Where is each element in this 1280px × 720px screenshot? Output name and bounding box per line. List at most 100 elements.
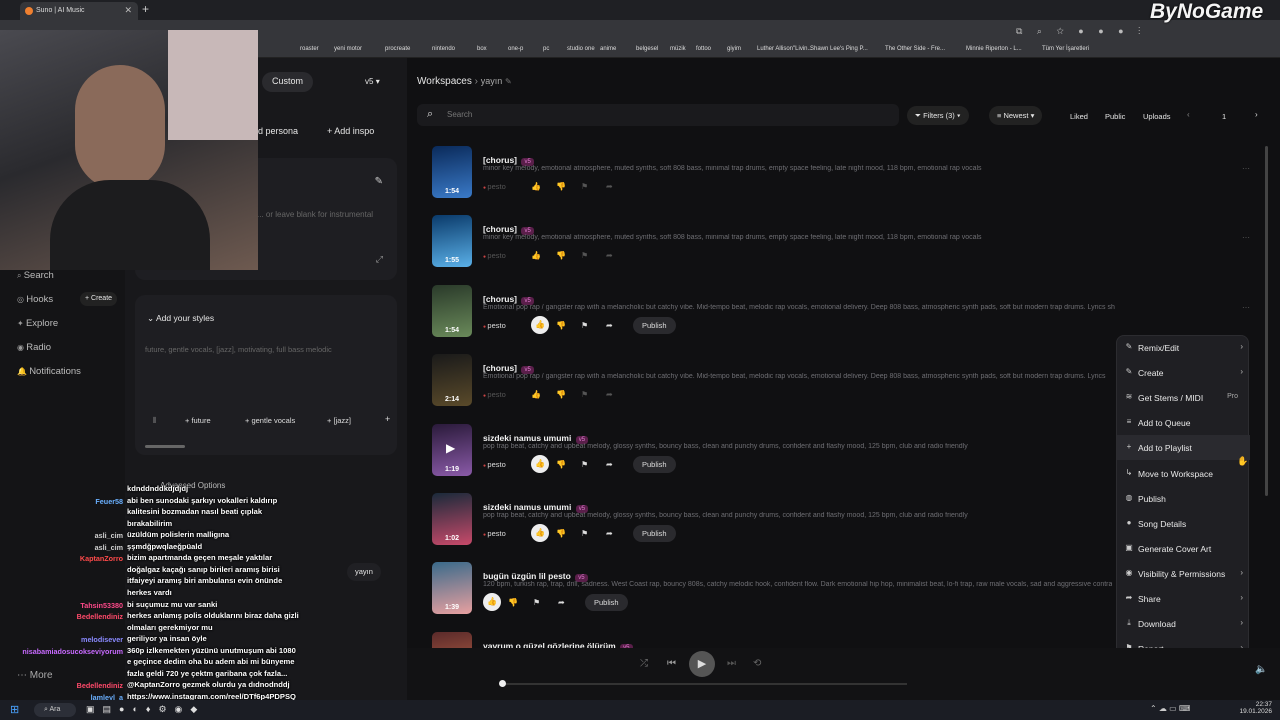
publish-button[interactable]: Publish bbox=[585, 594, 628, 612]
nav-item-notifications[interactable]: 🔔 Notifications bbox=[17, 366, 81, 377]
song-cover-art[interactable]: ▶ 1:19 bbox=[432, 423, 472, 476]
bookmark-item[interactable]: Shawn Lee's Ping P... bbox=[810, 46, 868, 52]
menu-item-move-to-workspace[interactable]: ↳ Move to Workspace bbox=[1117, 461, 1250, 486]
nav-item-hooks[interactable]: ◎ Hooks bbox=[17, 294, 53, 305]
pin-icon[interactable]: ⚑ bbox=[581, 529, 588, 538]
bookmark-item[interactable]: nintendo bbox=[432, 46, 455, 52]
song-cover-art[interactable]: 1:54 bbox=[432, 284, 472, 337]
style-tag-chip[interactable]: + future bbox=[185, 416, 211, 425]
progress-thumb[interactable] bbox=[499, 680, 506, 687]
more-options-icon[interactable]: ⋯ bbox=[1242, 303, 1250, 312]
close-tab-icon[interactable]: ✕ bbox=[124, 5, 132, 16]
next-icon[interactable]: ⏭ bbox=[727, 658, 736, 669]
uploads-filter[interactable]: Uploads bbox=[1143, 112, 1171, 121]
chat-username[interactable]: Feuer58 bbox=[95, 497, 123, 506]
dislike-icon[interactable]: 👎 bbox=[556, 529, 566, 538]
plus-icon[interactable]: + bbox=[385, 414, 390, 424]
chat-username[interactable]: melodisever bbox=[81, 635, 123, 644]
progress-track[interactable] bbox=[500, 683, 907, 685]
like-icon[interactable]: 👍 bbox=[531, 182, 541, 191]
magic-wand-icon[interactable]: ✎ bbox=[375, 176, 383, 187]
shuffle-icon[interactable]: ⤮ bbox=[640, 658, 648, 669]
sort-button[interactable]: ≡ Newest ▾ bbox=[989, 106, 1043, 125]
menu-item-song-details[interactable]: ● Song Details bbox=[1117, 511, 1250, 536]
bookmark-item[interactable]: The Other Side - Fre... bbox=[885, 46, 945, 52]
chat-username[interactable]: nisabamiadosucokseviyorum bbox=[22, 647, 123, 656]
tag-shuffle-icon[interactable]: ⫴ bbox=[153, 416, 156, 426]
volume-icon[interactable]: 🔈 bbox=[1255, 664, 1267, 675]
taskbar-search[interactable]: ⌕ Ara bbox=[34, 703, 76, 717]
expand-icon[interactable]: ⤢ bbox=[376, 254, 383, 265]
artist-chip[interactable]: ● pesto bbox=[483, 390, 506, 399]
menu-item-visibility-permissions[interactable]: ◉ Visibility & Permissions › bbox=[1117, 561, 1250, 586]
nav-item-radio[interactable]: ◉ Radio bbox=[17, 342, 51, 353]
dislike-icon[interactable]: 👎 bbox=[556, 251, 566, 260]
pin-icon[interactable]: ⚑ bbox=[581, 460, 588, 469]
share-icon[interactable]: ➦ bbox=[606, 182, 613, 191]
menu-item-share[interactable]: ➦ Share › bbox=[1117, 586, 1250, 611]
publish-button[interactable]: Publish bbox=[633, 316, 676, 334]
share-icon[interactable]: ➦ bbox=[606, 460, 613, 469]
edit-icon[interactable]: ✎ bbox=[505, 77, 512, 86]
artist-chip[interactable]: ● pesto bbox=[483, 460, 506, 469]
song-title[interactable]: sizdeki namus umumi bbox=[483, 433, 571, 443]
bookmark-item[interactable]: fottoo bbox=[696, 46, 711, 52]
breadcrumb-root[interactable]: Workspaces bbox=[417, 76, 472, 87]
persona-button[interactable]: ld persona bbox=[256, 126, 298, 136]
bookmark-item[interactable]: Minnie Riperton - L... bbox=[966, 46, 1022, 52]
menu-item-generate-cover-art[interactable]: ▣ Generate Cover Art bbox=[1117, 536, 1250, 561]
tags-scrollbar[interactable] bbox=[145, 445, 185, 448]
menu-item-publish[interactable]: ◍ Publish bbox=[1117, 486, 1250, 511]
like-icon[interactable]: 👍 bbox=[531, 315, 549, 334]
chat-username[interactable]: asli_cim bbox=[95, 531, 123, 540]
taskbar-app-icons[interactable]: ▣▤●◐♦⚙◉◆ bbox=[86, 704, 205, 715]
share-icon[interactable]: ➦ bbox=[606, 251, 613, 260]
artist-chip[interactable]: ● pesto bbox=[483, 321, 506, 330]
like-icon[interactable]: 👍 bbox=[531, 251, 541, 260]
song-row[interactable]: 1:54 [chorus] v5 minor key melody, emotion… bbox=[427, 146, 1250, 206]
play-icon[interactable]: ▶ bbox=[446, 441, 455, 455]
bookmark-item[interactable]: Tüm Yer İşaretleri bbox=[1042, 46, 1089, 52]
song-title[interactable]: [chorus] bbox=[483, 224, 517, 234]
browser-toolbar-icons[interactable]: ⧉ ⌕ ☆ ● ● ● ⋮ bbox=[1016, 26, 1146, 37]
dislike-icon[interactable]: 👎 bbox=[556, 321, 566, 330]
song-cover-art[interactable]: 2:14 bbox=[432, 354, 472, 407]
chat-username[interactable]: Bedellendiniz bbox=[77, 681, 123, 690]
new-tab-button[interactable]: + bbox=[142, 2, 149, 16]
play-button[interactable]: ▶ bbox=[689, 651, 715, 677]
nav-item-explore[interactable]: ✦ Explore bbox=[17, 318, 58, 329]
like-icon[interactable]: 👍 bbox=[531, 454, 549, 473]
more-options-icon[interactable]: ⋯ bbox=[1242, 164, 1250, 173]
list-scrollbar[interactable] bbox=[1265, 146, 1268, 496]
style-tag-chip[interactable]: + gentle vocals bbox=[245, 416, 295, 425]
chat-username[interactable]: Bedellendiniz bbox=[77, 612, 123, 621]
publish-button[interactable]: Publish bbox=[633, 525, 676, 542]
bookmark-item[interactable]: roaster bbox=[300, 46, 319, 52]
share-icon[interactable]: ➦ bbox=[558, 598, 565, 607]
version-select[interactable]: v5 ▾ bbox=[365, 77, 380, 86]
clock[interactable]: 22:37 19.01.2026 bbox=[1232, 701, 1272, 715]
chat-username[interactable]: KaptanZorro bbox=[80, 554, 123, 563]
add-inspo-button[interactable]: + Add inspo bbox=[327, 126, 374, 136]
like-icon[interactable]: 👍 bbox=[531, 524, 549, 542]
add-styles-toggle[interactable]: ⌄ Add your styles bbox=[147, 313, 214, 324]
bookmark-item[interactable]: box bbox=[477, 46, 487, 52]
bookmark-item[interactable]: anime bbox=[600, 46, 616, 52]
public-filter[interactable]: Public bbox=[1105, 112, 1125, 121]
menu-item-remix-edit[interactable]: ✎ Remix/Edit › bbox=[1117, 335, 1250, 360]
publish-button[interactable]: Publish bbox=[633, 455, 676, 473]
bookmark-item[interactable]: giyim bbox=[727, 46, 741, 52]
artist-chip[interactable]: ● pesto bbox=[483, 251, 506, 260]
bookmark-item[interactable]: belgesel bbox=[636, 46, 658, 52]
song-title[interactable]: bugün üzgün lil pesto bbox=[483, 571, 571, 581]
search-box[interactable]: ⌕ Search bbox=[417, 104, 899, 126]
artist-chip[interactable]: ● pesto bbox=[483, 182, 506, 191]
menu-item-download[interactable]: ⤓ Download › bbox=[1117, 611, 1250, 636]
custom-mode-tab[interactable]: Custom bbox=[262, 72, 314, 92]
dislike-icon[interactable]: 👎 bbox=[556, 390, 566, 399]
song-title[interactable]: sizdeki namus umumi bbox=[483, 502, 571, 512]
pin-icon[interactable]: ⚑ bbox=[581, 251, 588, 260]
song-cover-art[interactable]: 1:54 bbox=[432, 146, 472, 198]
bookmark-item[interactable]: yeni motor bbox=[334, 46, 362, 52]
menu-item-add-to-queue[interactable]: ≡ Add to Queue bbox=[1117, 410, 1250, 435]
